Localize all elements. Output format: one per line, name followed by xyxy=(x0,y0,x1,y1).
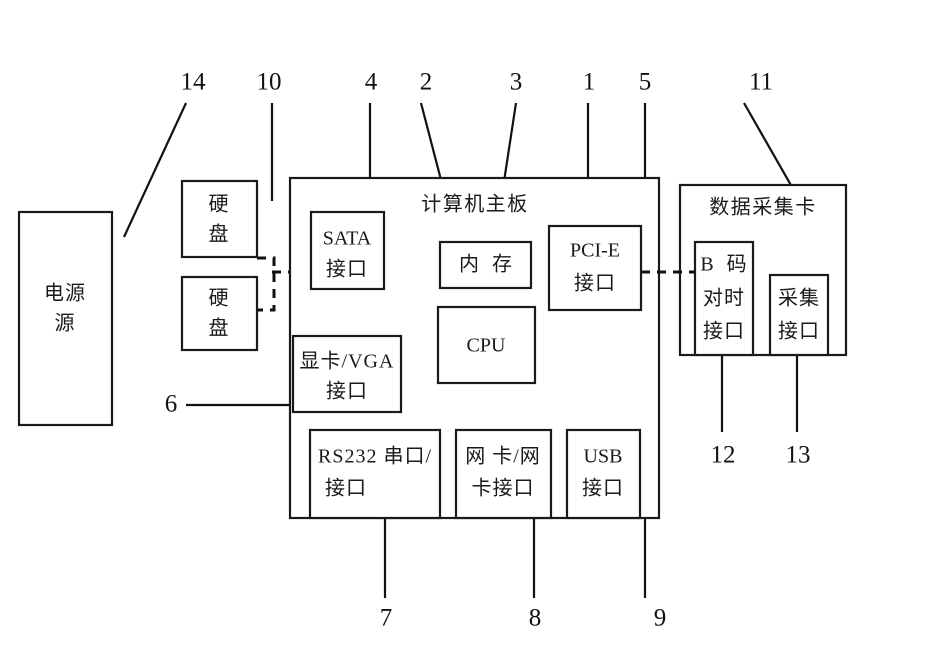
reference-number-12: 12 xyxy=(711,442,736,469)
reference-number-9: 9 xyxy=(654,605,667,632)
hard-disk-1-label-line1: 硬 xyxy=(209,194,230,216)
reference-number-11: 11 xyxy=(749,69,773,96)
b-code-timing-label-line1: B 码 xyxy=(700,254,747,276)
patent-diagram-canvas: 电源 源 硬 盘 硬 盘 计算机主板 SATA 接口 内 存 CPU PCI-E… xyxy=(0,0,945,659)
reference-number-1: 1 xyxy=(583,69,596,96)
hard-disk-1-box xyxy=(180,179,259,259)
reference-number-3: 3 xyxy=(510,69,523,96)
reference-number-6: 6 xyxy=(165,391,178,418)
power-supply-label-line2: 源 xyxy=(55,312,76,335)
usb-port-box xyxy=(565,428,642,520)
data-acquisition-card-title: 数据采集卡 xyxy=(709,196,817,219)
rs232-port-label-line2: 接口 xyxy=(325,477,367,500)
power-supply-label-line1: 电源 xyxy=(44,282,86,305)
reference-number-10: 10 xyxy=(257,69,282,96)
memory-label: 内 存 xyxy=(459,253,513,276)
usb-port-label-line1: USB xyxy=(584,446,623,468)
pcie-port-label-line2: 接口 xyxy=(574,272,616,295)
b-code-timing-label-line3: 接口 xyxy=(703,320,745,343)
reference-number-13: 13 xyxy=(786,442,811,469)
pcie-port-box xyxy=(547,224,643,312)
nic-port-box xyxy=(454,428,553,520)
acquisition-port-label-line1: 采集 xyxy=(778,287,820,310)
reference-number-7: 7 xyxy=(380,605,393,632)
hard-disk-2-label-line2: 盘 xyxy=(209,317,230,340)
vga-port-label-line2: 接口 xyxy=(326,380,368,403)
vga-port-label-line1: 显卡/VGA xyxy=(300,350,395,373)
reference-number-5: 5 xyxy=(639,69,652,96)
motherboard-title: 计算机主板 xyxy=(421,193,529,216)
leader-line-14 xyxy=(123,102,187,238)
pcie-port-label-line1: PCI-E xyxy=(570,240,620,262)
nic-port-label-line2: 卡接口 xyxy=(472,477,535,500)
sata-port-label-line2: 接口 xyxy=(326,258,368,281)
b-code-timing-label-line2: 对时 xyxy=(703,287,745,310)
reference-number-8: 8 xyxy=(529,605,542,632)
cpu-label: CPU xyxy=(467,335,506,357)
sata-port-label-line1: SATA xyxy=(323,228,372,250)
block-diagram: 电源 源 硬 盘 硬 盘 计算机主板 SATA 接口 内 存 CPU PCI-E… xyxy=(17,69,848,632)
reference-number-2: 2 xyxy=(420,69,433,96)
rs232-port-box xyxy=(308,428,442,520)
sata-bus-dashed-vertical xyxy=(257,256,276,312)
rs232-port-label-line1: RS232 串口/ xyxy=(318,445,432,468)
hard-disk-1-label-line2: 盘 xyxy=(209,223,230,246)
nic-port-label-line1: 网 卡/网 xyxy=(465,445,541,468)
hard-disk-2-label-line1: 硬 xyxy=(209,288,230,310)
acquisition-port-label-line2: 接口 xyxy=(778,320,820,343)
reference-number-4: 4 xyxy=(365,69,378,96)
usb-port-label-line2: 接口 xyxy=(582,477,624,500)
reference-number-14: 14 xyxy=(181,69,207,96)
